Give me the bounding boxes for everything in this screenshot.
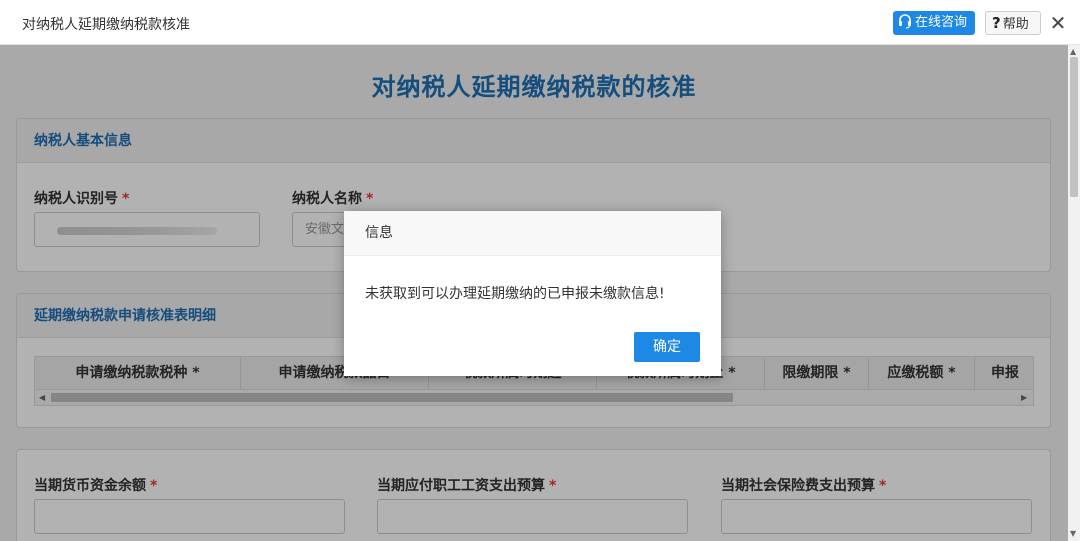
close-icon[interactable]: ✕ [1048, 11, 1068, 35]
window-title: 对纳税人延期缴纳税款核准 [22, 17, 190, 33]
scroll-up-icon[interactable]: ▲ [1070, 47, 1076, 56]
dialog-message: 未获取到可以办理延期缴纳的已申报未缴款信息! [365, 286, 665, 302]
confirm-button[interactable]: 确定 [634, 332, 700, 362]
info-dialog: 信息 未获取到可以办理延期缴纳的已申报未缴款信息! 确定 [344, 211, 721, 376]
headset-icon [899, 14, 911, 29]
online-consult-button[interactable]: 在线咨询 [893, 11, 975, 35]
vertical-scrollbar[interactable]: ▲ ▼ [1068, 45, 1080, 541]
online-consult-label: 在线咨询 [915, 15, 968, 30]
help-label: 帮助 [1002, 17, 1029, 32]
scrollbar-thumb[interactable] [1070, 57, 1078, 197]
window-titlebar: 对纳税人延期缴纳税款核准 在线咨询 ? 帮助 ✕ [0, 0, 1080, 45]
scroll-down-icon[interactable]: ▼ [1070, 529, 1076, 538]
question-icon: ? [992, 14, 1001, 32]
dialog-title: 信息 [344, 211, 721, 256]
help-button[interactable]: ? 帮助 [985, 11, 1041, 35]
